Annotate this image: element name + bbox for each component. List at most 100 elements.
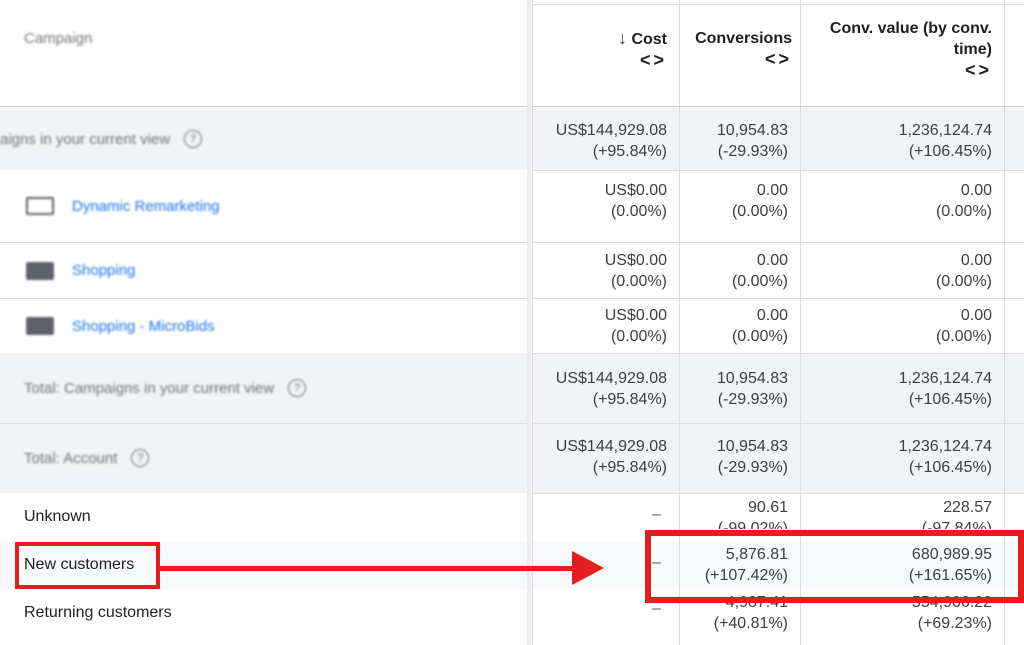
cost-header[interactable]: ↓ Cost <> <box>532 28 679 72</box>
conv-value: 90.61 <box>747 499 788 516</box>
conversions-cell: 10,954.83 (-29.93%) <box>679 120 800 162</box>
conversions-cell: 10,954.83 (-29.93%) <box>679 436 800 478</box>
conv-value-cell: 1,236,124.74 (+106.45%) <box>800 120 1004 162</box>
conv-value: 0.00 <box>756 307 788 324</box>
conv-change: (-29.93%) <box>717 391 788 408</box>
value-change: (0.00%) <box>935 328 992 345</box>
cost-cell: US$0.00 (0.00%) <box>532 180 679 222</box>
help-icon[interactable]: ? <box>184 130 203 148</box>
cost-cell: US$0.00 (0.00%) <box>532 305 679 347</box>
display-campaign-icon <box>26 197 54 215</box>
conversions-header-label: Conversions <box>695 30 792 47</box>
conv-value: 0.00 <box>756 252 788 269</box>
summary-row-label: aigns in your current view ? <box>0 108 528 170</box>
expand-column-icon[interactable]: <> <box>965 60 992 80</box>
conv-change: (-99.02%) <box>717 520 788 529</box>
conversions-cell: 0.00 (0.00%) <box>679 305 800 347</box>
value-amount: 1,236,124.74 <box>898 122 992 139</box>
conv-value: 10,954.83 <box>716 370 788 387</box>
annotation-arrow-shaft <box>160 566 578 571</box>
value-amount: 1,236,124.74 <box>898 438 992 455</box>
expand-column-icon[interactable]: <> <box>765 49 792 69</box>
highlight-new-customers-values <box>645 530 1024 603</box>
summary-row-text: aigns in your current view <box>0 130 171 148</box>
segment-row-unknown: Unknown <box>0 493 528 541</box>
cost-cell: US$0.00 (0.00%) <box>532 250 679 292</box>
cost-change: (+95.84%) <box>592 143 667 160</box>
cost-empty: – <box>652 506 661 523</box>
total-account-row: Total: Account ? <box>0 423 528 493</box>
conv-value: 10,954.83 <box>716 438 788 455</box>
conv-value-cell: 228.57 (-97.84%) <box>800 497 1004 529</box>
sort-down-icon: ↓ <box>617 28 627 48</box>
cost-value: US$0.00 <box>604 182 667 199</box>
conv-change: (-29.93%) <box>717 143 788 160</box>
value-change: (+106.45%) <box>908 391 992 408</box>
cost-value: US$0.00 <box>604 252 667 269</box>
conv-change: (0.00%) <box>731 328 788 345</box>
conv-change: (0.00%) <box>731 203 788 220</box>
conv-change: (+40.81%) <box>713 615 788 632</box>
cost-value: US$144,929.08 <box>555 370 667 387</box>
help-icon[interactable]: ? <box>288 379 307 397</box>
value-change: (+106.45%) <box>908 143 992 160</box>
campaign-row-dynamic-remarketing[interactable]: Dynamic Remarketing <box>0 170 528 242</box>
cost-change: (0.00%) <box>610 328 667 345</box>
value-amount: 0.00 <box>960 252 992 269</box>
campaign-header[interactable]: Campaign <box>0 0 528 106</box>
conversions-cell: 10,954.83 (-29.93%) <box>679 368 800 410</box>
campaign-header-label: Campaign <box>24 30 93 47</box>
total-account-label: Total: Account <box>24 449 118 467</box>
cost-value: US$0.00 <box>604 307 667 324</box>
cost-change: (0.00%) <box>610 203 667 220</box>
value-change: (0.00%) <box>935 273 992 290</box>
conv-value-header-line1: Conv. value (by conv. <box>829 20 992 37</box>
conv-change: (0.00%) <box>731 273 788 290</box>
value-change: (+69.23%) <box>917 615 992 632</box>
conv-value-cell: 1,236,124.74 (+106.45%) <box>800 436 1004 478</box>
segment-row-returning-customers: Returning customers <box>0 589 528 637</box>
cost-header-label: Cost <box>631 31 667 48</box>
shopping-campaign-icon <box>26 261 54 280</box>
cost-cell: US$144,929.08 (+95.84%) <box>532 436 679 478</box>
conv-value-cell: 0.00 (0.00%) <box>800 250 1004 292</box>
campaign-link[interactable]: Shopping - MicroBids <box>72 318 215 335</box>
cost-cell: US$144,929.08 (+95.84%) <box>532 368 679 410</box>
highlight-new-customers-label <box>15 542 160 589</box>
total-campaigns-row: Total: Campaigns in your current view ? <box>0 353 528 423</box>
campaign-row-shopping-microbids[interactable]: Shopping - MicroBids <box>0 299 528 353</box>
conv-value-cell: 0.00 (0.00%) <box>800 180 1004 222</box>
conv-value-header[interactable]: Conv. value (by conv. time) <> <box>800 18 1004 82</box>
segment-label: Unknown <box>24 508 91 525</box>
value-amount: 0.00 <box>960 307 992 324</box>
value-change: (0.00%) <box>935 203 992 220</box>
cost-value: US$144,929.08 <box>555 122 667 139</box>
value-amount: 0.00 <box>960 182 992 199</box>
conv-value-cell: 0.00 (0.00%) <box>800 305 1004 347</box>
conversions-cell: 0.00 (0.00%) <box>679 250 800 292</box>
campaign-link[interactable]: Shopping <box>72 262 135 279</box>
annotation-arrow-head-icon <box>572 551 604 585</box>
total-campaigns-label: Total: Campaigns in your current view <box>24 379 275 397</box>
conv-value-cell: 1,236,124.74 (+106.45%) <box>800 368 1004 410</box>
conversions-header[interactable]: Conversions <> <box>679 28 800 71</box>
expand-column-icon[interactable]: <> <box>640 50 667 70</box>
cost-change: (0.00%) <box>610 273 667 290</box>
cost-cell: US$144,929.08 (+95.84%) <box>532 120 679 162</box>
help-icon[interactable]: ? <box>131 449 150 467</box>
shopping-campaign-icon <box>26 317 54 335</box>
conv-value-header-line2: time) <box>953 41 992 58</box>
conversions-cell: 90.61 (-99.02%) <box>679 497 800 529</box>
cost-change: (+95.84%) <box>592 459 667 476</box>
value-amount: 228.57 <box>943 499 992 516</box>
cost-change: (+95.84%) <box>592 391 667 408</box>
campaign-row-shopping[interactable]: Shopping <box>0 243 528 298</box>
campaign-link[interactable]: Dynamic Remarketing <box>72 198 220 215</box>
conv-change: (-29.93%) <box>717 459 788 476</box>
value-change: (+106.45%) <box>908 459 992 476</box>
cost-value: US$144,929.08 <box>555 438 667 455</box>
value-amount: 1,236,124.74 <box>898 370 992 387</box>
conv-value: 0.00 <box>756 182 788 199</box>
value-change: (-97.84%) <box>921 520 992 529</box>
conv-value: 10,954.83 <box>716 122 788 139</box>
